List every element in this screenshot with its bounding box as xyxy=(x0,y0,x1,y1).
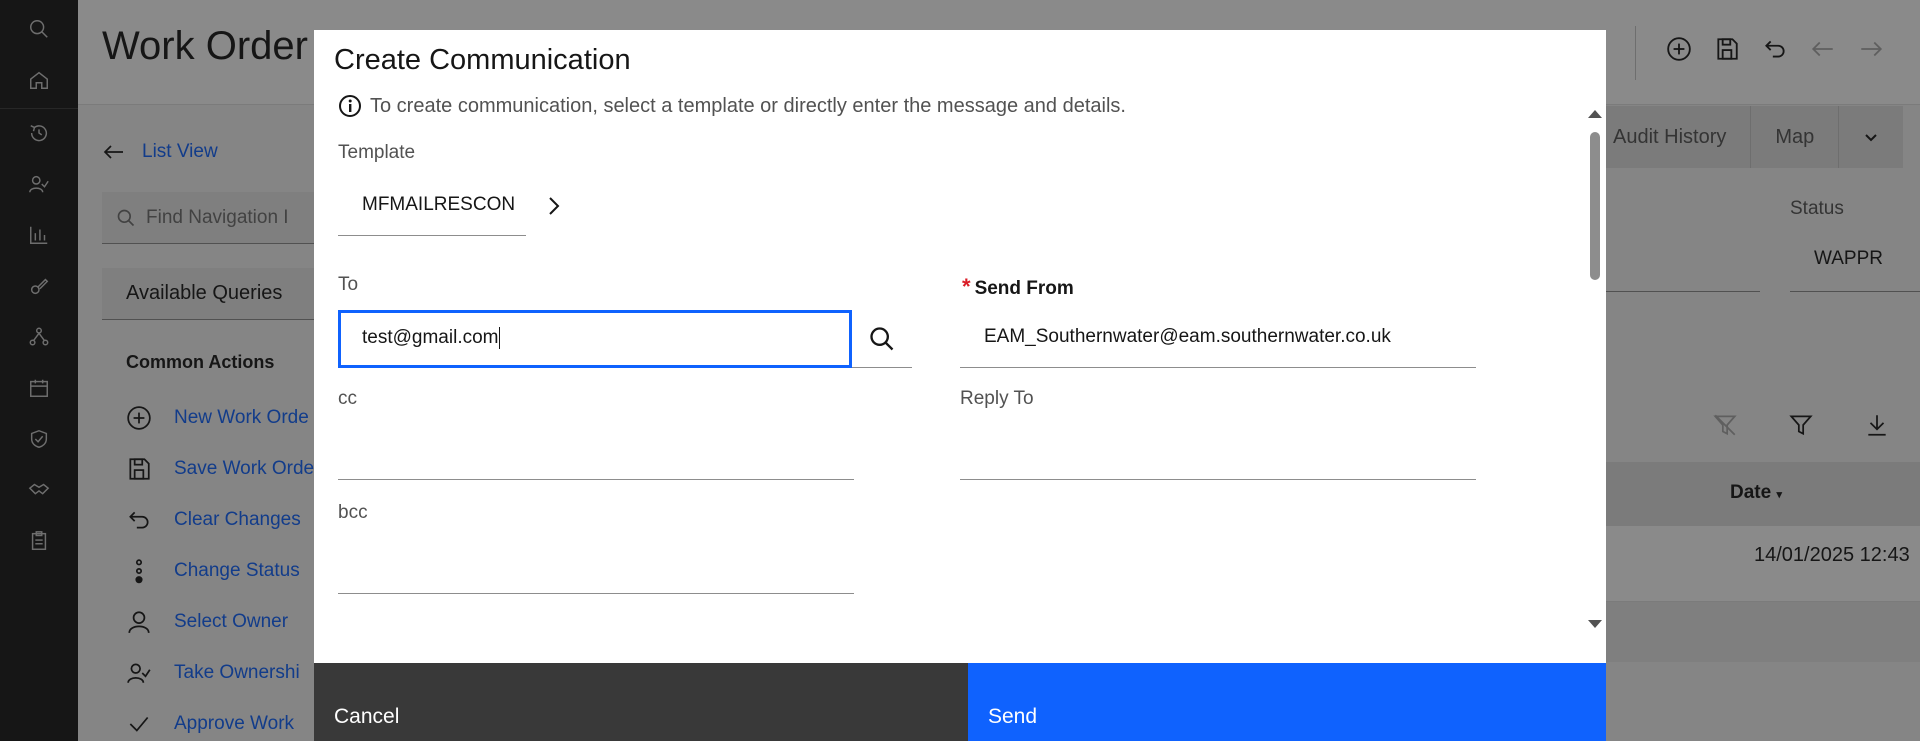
bcc-label: bcc xyxy=(338,502,368,523)
search-icon xyxy=(870,326,894,350)
send-button[interactable]: Send xyxy=(968,663,1606,741)
send-from-label: * Send From xyxy=(962,274,1074,300)
to-lookup-button[interactable] xyxy=(852,310,912,368)
scroll-down-arrow-icon[interactable] xyxy=(1588,620,1602,628)
cc-input[interactable] xyxy=(338,422,854,480)
to-label: To xyxy=(338,274,359,295)
required-asterisk: * xyxy=(962,274,971,299)
reply-to-input[interactable] xyxy=(960,422,1476,480)
chevron-right-icon xyxy=(549,197,560,215)
scrollbar-thumb[interactable] xyxy=(1590,132,1600,280)
template-label: Template xyxy=(338,142,416,163)
to-input[interactable]: test@gmail.com xyxy=(338,310,852,368)
to-input-value: test@gmail.com xyxy=(362,327,499,349)
cc-label: cc xyxy=(338,388,357,409)
cancel-button[interactable]: Cancel xyxy=(314,663,968,741)
template-field[interactable]: MFMAILRESCON xyxy=(338,178,526,236)
create-communication-dialog: Create Communication To create communica… xyxy=(314,30,1606,741)
text-caret xyxy=(498,327,500,349)
dialog-scrollbar[interactable] xyxy=(1584,104,1606,634)
reply-to-label: Reply To xyxy=(960,388,1034,409)
scroll-up-arrow-icon[interactable] xyxy=(1588,110,1602,118)
dialog-footer: Cancel Send xyxy=(314,663,1606,741)
dialog-title: Create Communication xyxy=(334,44,631,76)
info-icon xyxy=(339,95,361,117)
bcc-input[interactable] xyxy=(338,536,854,594)
send-from-label-text: Send From xyxy=(974,278,1074,299)
template-select-button[interactable] xyxy=(542,192,566,220)
send-from-input[interactable]: EAM_Southernwater@eam.southernwater.co.u… xyxy=(960,312,1476,368)
info-message: To create communication, select a templa… xyxy=(338,94,1126,118)
info-text: To create communication, select a templa… xyxy=(370,94,1126,117)
